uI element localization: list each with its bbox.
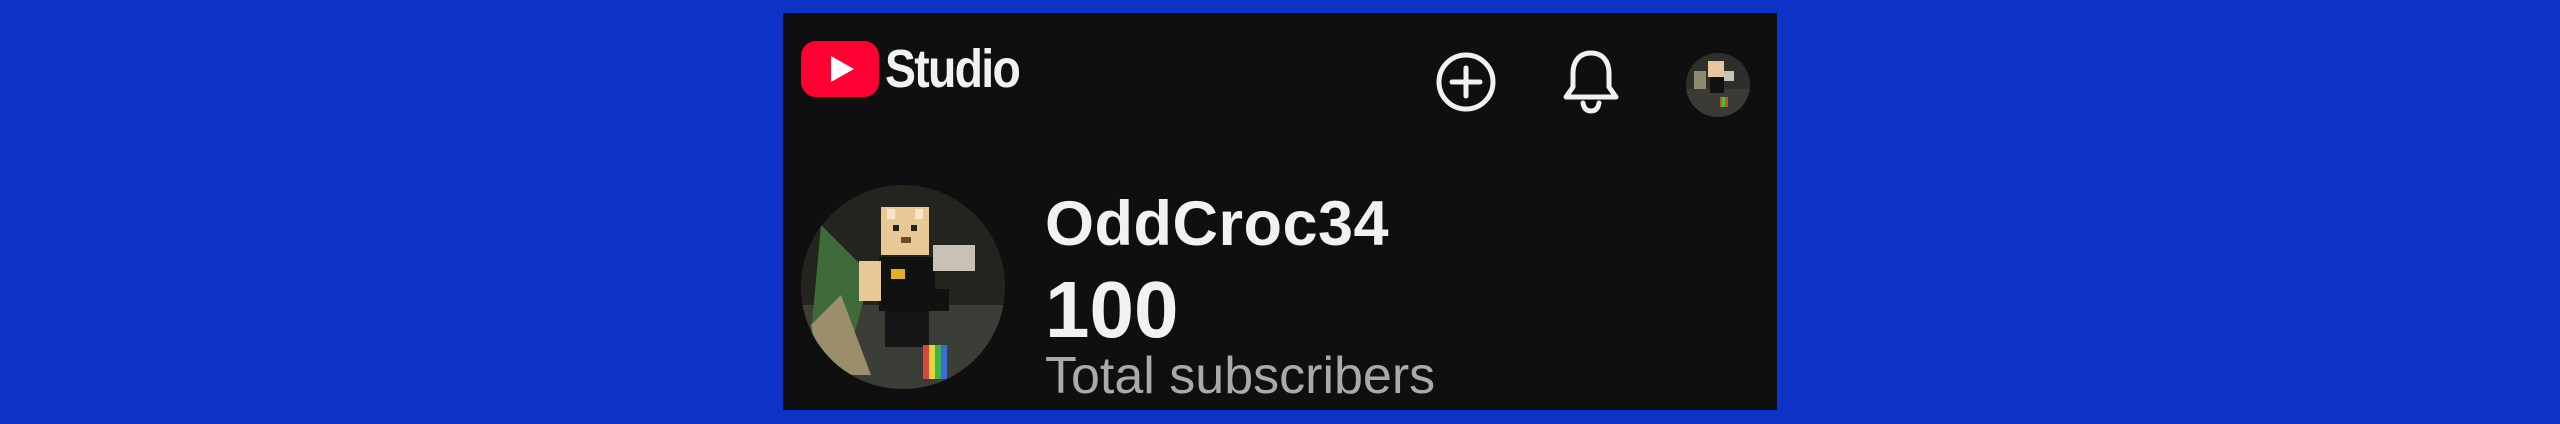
avatar-image — [1686, 53, 1750, 117]
channel-name: OddCroc34 — [1045, 189, 1390, 259]
channel-avatar[interactable] — [801, 185, 1005, 389]
subscriber-count: 100 — [1045, 265, 1179, 354]
bell-icon — [1563, 50, 1619, 114]
subscriber-label: Total subscribers — [1045, 347, 1436, 405]
studio-panel: Studio OddCroc34 100 Total subscribers — [783, 13, 1777, 410]
account-avatar[interactable] — [1686, 53, 1750, 117]
channel-avatar-image — [801, 185, 1005, 389]
app-name: Studio — [885, 39, 1021, 99]
plus-circle-icon — [1436, 52, 1496, 112]
notifications-button[interactable] — [1562, 49, 1620, 115]
create-button[interactable] — [1435, 51, 1497, 113]
youtube-play-icon — [801, 41, 879, 97]
studio-logo[interactable]: Studio — [801, 41, 1041, 97]
